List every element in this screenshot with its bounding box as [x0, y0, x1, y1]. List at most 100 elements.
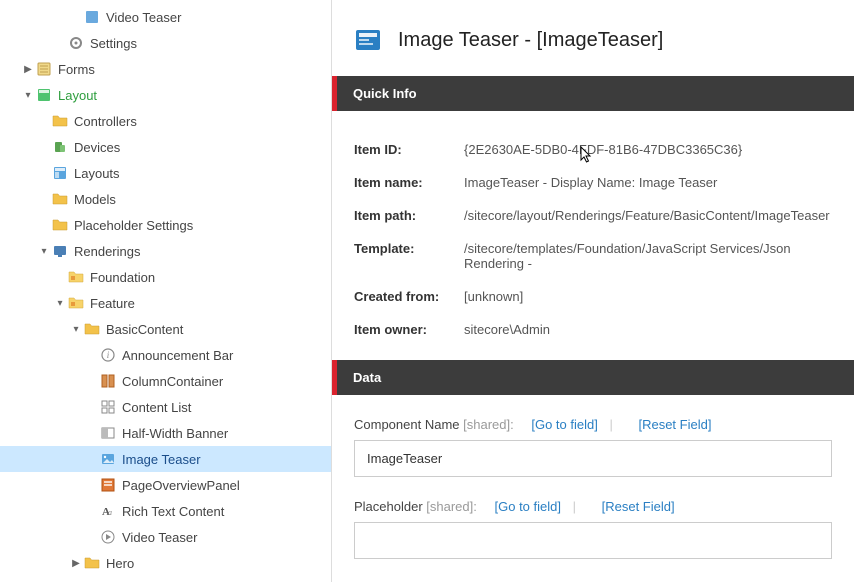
folder-icon — [52, 113, 68, 129]
layout-green-icon — [36, 87, 52, 103]
folder-icon — [84, 555, 100, 571]
tree-node[interactable]: Settings — [0, 30, 331, 56]
tree-node-label: Renderings — [74, 244, 141, 259]
tree-node-label: Video Teaser — [106, 10, 181, 25]
expander-icon[interactable]: ▶ — [22, 64, 34, 75]
quick-info-row: Template:/sitecore/templates/Foundation/… — [354, 232, 832, 280]
tree-node-label: Video Teaser — [122, 530, 197, 545]
tree-node-label: Forms — [58, 62, 95, 77]
expander-icon[interactable]: ▾ — [38, 246, 50, 257]
tree-node-label: Half-Width Banner — [122, 426, 228, 441]
tree-node[interactable]: ▾ Layout — [0, 82, 331, 108]
item-type-icon — [354, 26, 382, 54]
folder-icon — [52, 191, 68, 207]
quick-info-value: sitecore\Admin — [464, 322, 832, 337]
tree-node[interactable]: Controllers — [0, 108, 331, 134]
expander-icon[interactable]: ▾ — [70, 324, 82, 335]
layouts-blue-icon — [52, 165, 68, 181]
field-label: Placeholder — [354, 499, 423, 514]
folder-icon — [84, 321, 100, 337]
tree-node[interactable]: ColumnContainer — [0, 368, 331, 394]
tree-node-label: Models — [74, 192, 116, 207]
tree-node[interactable]: Image Teaser — [0, 446, 331, 472]
placeholder-input[interactable] — [354, 522, 832, 559]
tree-node-label: Devices — [74, 140, 120, 155]
tree-node-label: Controllers — [74, 114, 137, 129]
tree-node[interactable]: Announcement Bar — [0, 342, 331, 368]
content-tree[interactable]: Video Teaser Settings ▶ Forms ▾ Layout Control… — [0, 0, 332, 582]
shared-tag: [shared]: — [426, 499, 477, 514]
tree-node[interactable]: ▶Navigation — [0, 576, 331, 582]
tree-node[interactable]: Foundation — [0, 264, 331, 290]
component-name-input[interactable] — [354, 440, 832, 477]
folder-yellow-icon — [68, 269, 84, 285]
shared-tag: [shared]: — [463, 417, 514, 432]
tree-node-label: PageOverviewPanel — [122, 478, 240, 493]
page-title: Image Teaser - [ImageTeaser] — [398, 29, 663, 52]
tree-node[interactable]: ▶ Hero — [0, 550, 331, 576]
reset-field-link[interactable]: [Reset Field] — [638, 417, 711, 432]
form-icon — [36, 61, 52, 77]
goto-field-link[interactable]: [Go to field] — [495, 499, 561, 514]
expander-icon[interactable]: ▾ — [54, 298, 66, 309]
field-component-name: Component Name [shared]: [Go to field] |… — [354, 417, 832, 477]
tree-node[interactable]: Half-Width Banner — [0, 420, 331, 446]
goto-field-link[interactable]: [Go to field] — [531, 417, 597, 432]
title-bar: Image Teaser - [ImageTeaser] — [332, 0, 854, 76]
main-panel: Image Teaser - [ImageTeaser] Quick Info … — [332, 0, 854, 582]
quick-info-value: ImageTeaser - Display Name: Image Teaser — [464, 175, 832, 190]
tree-node[interactable]: ▾ BasicContent — [0, 316, 331, 342]
quick-info-key: Item path: — [354, 208, 464, 223]
image-teaser-icon — [100, 451, 116, 467]
tree-node-label: Layouts — [74, 166, 120, 181]
folder-yellow-icon — [68, 295, 84, 311]
tree-node[interactable]: Video Teaser — [0, 524, 331, 550]
tree-node[interactable]: Placeholder Settings — [0, 212, 331, 238]
data-body: Component Name [shared]: [Go to field] |… — [332, 395, 854, 582]
tree-node-label: Hero — [106, 556, 134, 571]
expander-icon[interactable]: ▾ — [22, 90, 34, 101]
tree-node[interactable]: Devices — [0, 134, 331, 160]
tree-node[interactable]: Content List — [0, 394, 331, 420]
devices-icon — [52, 139, 68, 155]
quick-info-row: Item owner:sitecore\Admin — [354, 313, 832, 346]
folder-icon — [52, 217, 68, 233]
gear-icon — [68, 35, 84, 51]
rendering-icon — [52, 243, 68, 259]
expander-icon[interactable]: ▶ — [70, 558, 82, 569]
tree-node[interactable]: Video Teaser — [0, 4, 331, 30]
video-icon — [100, 529, 116, 545]
tree-node[interactable]: Rich Text Content — [0, 498, 331, 524]
quick-info-key: Item name: — [354, 175, 464, 190]
reset-field-link[interactable]: [Reset Field] — [602, 499, 675, 514]
quick-info-row: Item ID:{2E2630AE-5DB0-4FDF-81B6-47DBC33… — [354, 133, 832, 166]
quick-info-value: [unknown] — [464, 289, 832, 304]
tree-node-label: Layout — [58, 88, 97, 103]
section-quick-info[interactable]: Quick Info — [332, 76, 854, 111]
quick-info-value: /sitecore/templates/Foundation/JavaScrip… — [464, 241, 832, 271]
tree-node[interactable]: Layouts — [0, 160, 331, 186]
field-label: Component Name — [354, 417, 460, 432]
tree-node-label: BasicContent — [106, 322, 183, 337]
tree-node[interactable]: ▾Feature — [0, 290, 331, 316]
tree-node[interactable]: ▶ Forms — [0, 56, 331, 82]
tree-node-label: Rich Text Content — [122, 504, 224, 519]
quick-info-row: Created from:[unknown] — [354, 280, 832, 313]
tree-node-label: Image Teaser — [122, 452, 201, 467]
quick-info-value: {2E2630AE-5DB0-4FDF-81B6-47DBC3365C36} — [464, 142, 832, 157]
half-icon — [100, 425, 116, 441]
tree-node[interactable]: ▾ Renderings — [0, 238, 331, 264]
section-data[interactable]: Data — [332, 360, 854, 395]
grid-icon — [100, 399, 116, 415]
quick-info-value: /sitecore/layout/Renderings/Feature/Basi… — [464, 208, 832, 223]
panel-icon — [100, 477, 116, 493]
quick-info-body: Item ID:{2E2630AE-5DB0-4FDF-81B6-47DBC33… — [332, 111, 854, 360]
tree-node[interactable]: PageOverviewPanel — [0, 472, 331, 498]
tree-node-label: ColumnContainer — [122, 374, 223, 389]
tree-node[interactable]: Models — [0, 186, 331, 212]
quick-info-row: Item name:ImageTeaser - Display Name: Im… — [354, 166, 832, 199]
info-icon — [100, 347, 116, 363]
tree-node-label: Foundation — [90, 270, 155, 285]
richtext-icon — [100, 503, 116, 519]
tree-node-label: Placeholder Settings — [74, 218, 193, 233]
